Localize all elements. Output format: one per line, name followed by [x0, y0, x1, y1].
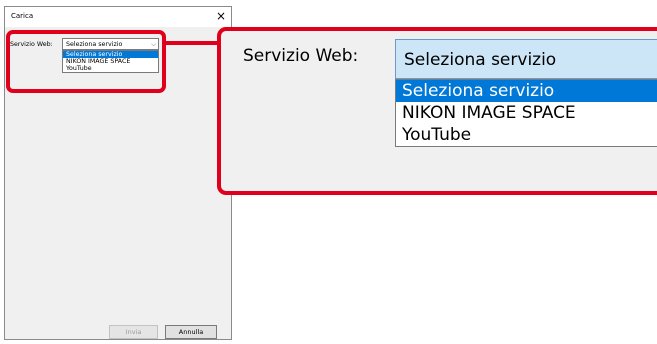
- zoom-service-select[interactable]: Seleziona servizio: [395, 39, 657, 79]
- zoom-select-value: Seleziona servizio: [404, 50, 557, 70]
- highlight-callout: [6, 30, 166, 93]
- close-icon[interactable]: ×: [213, 8, 229, 24]
- cancel-button[interactable]: Annulla: [165, 325, 217, 339]
- dialog-title: Carica: [11, 12, 34, 20]
- zoom-option-nikon-image-space[interactable]: NIKON IMAGE SPACE: [396, 102, 657, 124]
- title-bar: Carica ×: [5, 7, 231, 27]
- zoom-dropdown-list: Seleziona servizio NIKON IMAGE SPACE You…: [395, 79, 657, 147]
- zoom-option-youtube[interactable]: YouTube: [396, 124, 657, 146]
- callout-connector: [166, 41, 221, 45]
- zoom-option-select-service[interactable]: Seleziona servizio: [396, 80, 657, 102]
- send-button[interactable]: Invia: [109, 325, 158, 339]
- zoom-service-label: Servizio Web:: [243, 46, 359, 66]
